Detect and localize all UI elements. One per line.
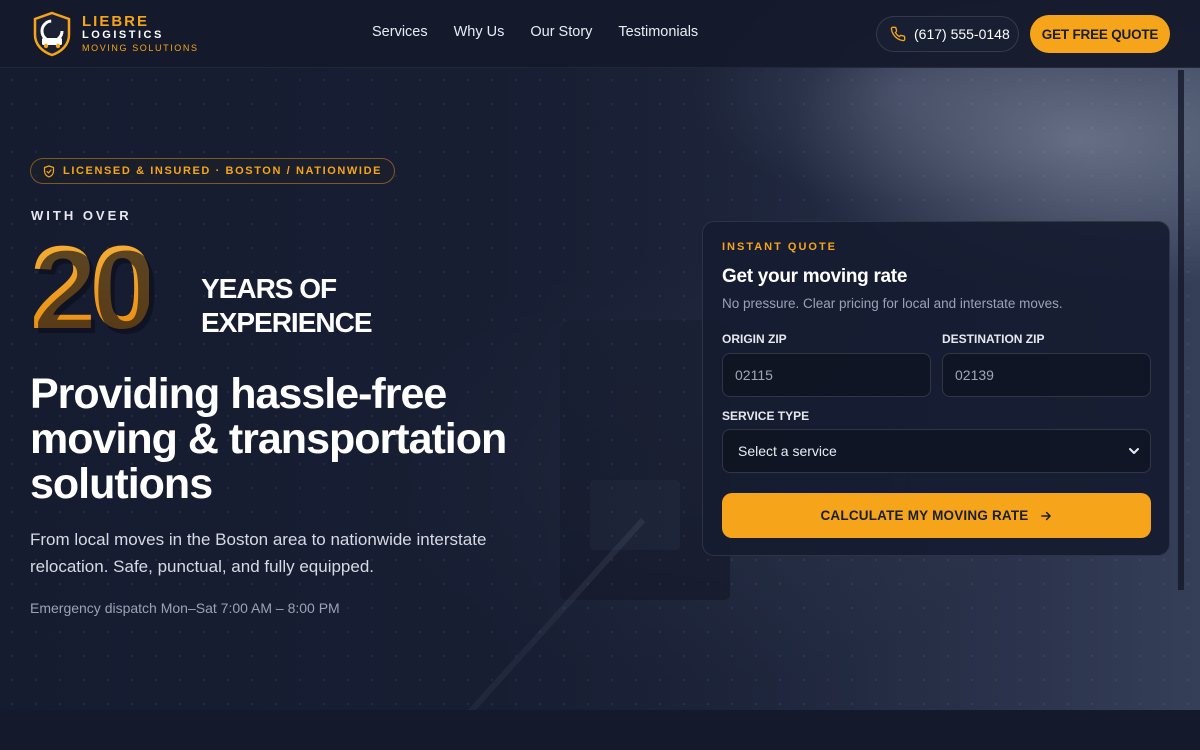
logo-text: LIEBRE LOGISTICS MOVING SOLUTIONS [82,14,199,54]
brand-sub: LOGISTICS [82,29,164,41]
phone-icon [890,26,906,42]
licensed-badge: LICENSED & INSURED · BOSTON / NATIONWIDE [30,158,396,184]
years-label-line1: YEARS OF [201,273,337,304]
quote-description: No pressure. Clear pricing for local and… [722,296,1063,311]
with-over-label: WITH OVER [31,208,132,223]
get-free-quote-button[interactable]: GET FREE QUOTE [1030,15,1170,53]
logo[interactable]: LIEBRE LOGISTICS MOVING SOLUTIONS [32,11,199,57]
instant-quote-card: INSTANT QUOTE Get your moving rate No pr… [702,221,1170,556]
nav-item-why-us[interactable]: Why Us [454,24,505,40]
service-type-select[interactable]: Select a service [722,429,1151,473]
destination-zip-input[interactable] [942,353,1151,397]
service-type-label: SERVICE TYPE [722,409,810,423]
phone-button[interactable]: (617) 555-0148 [876,16,1019,52]
years-label-line2: EXPERIENCE [201,307,373,338]
quote-eyebrow: INSTANT QUOTE [722,241,838,253]
phone-number: (617) 555-0148 [914,26,1010,42]
years-label: YEARS OF EXPERIENCE [201,272,401,340]
brand-name: LIEBRE [82,13,150,30]
bottom-band [0,710,1200,750]
brand-tagline: MOVING SOLUTIONS [82,43,199,53]
chevron-down-icon [1129,448,1139,454]
site-header: LIEBRE LOGISTICS MOVING SOLUTIONS Servic… [0,0,1200,68]
badge-text: LICENSED & INSURED · BOSTON / NATIONWIDE [63,165,383,177]
destination-zip-label: DESTINATION ZIP [942,332,1045,346]
origin-zip-input[interactable] [722,353,931,397]
calculate-rate-label: CALCULATE MY MOVING RATE [820,508,1029,523]
origin-zip-label: ORIGIN ZIP [722,332,787,346]
hero-headline: Providing hassle-free moving & transport… [30,370,507,508]
nav-item-testimonials[interactable]: Testimonials [618,24,698,40]
nav-item-services[interactable]: Services [372,24,428,40]
service-type-value: Select a service [738,443,837,459]
dispatch-hours: Emergency dispatch Mon–Sat 7:00 AM – 8:0… [30,600,340,616]
shield-truck-icon [32,11,72,57]
quote-title: Get your moving rate [722,266,908,287]
main-nav: Services Why Us Our Story Testimonials [372,24,698,40]
years-number: 20 [30,222,155,354]
nav-item-our-story[interactable]: Our Story [530,24,592,40]
hero-subtext: From local moves in the Boston area to n… [30,530,487,576]
calculate-rate-button[interactable]: CALCULATE MY MOVING RATE [722,493,1151,538]
arrow-right-icon [1040,511,1051,520]
shield-check-icon [43,164,55,178]
